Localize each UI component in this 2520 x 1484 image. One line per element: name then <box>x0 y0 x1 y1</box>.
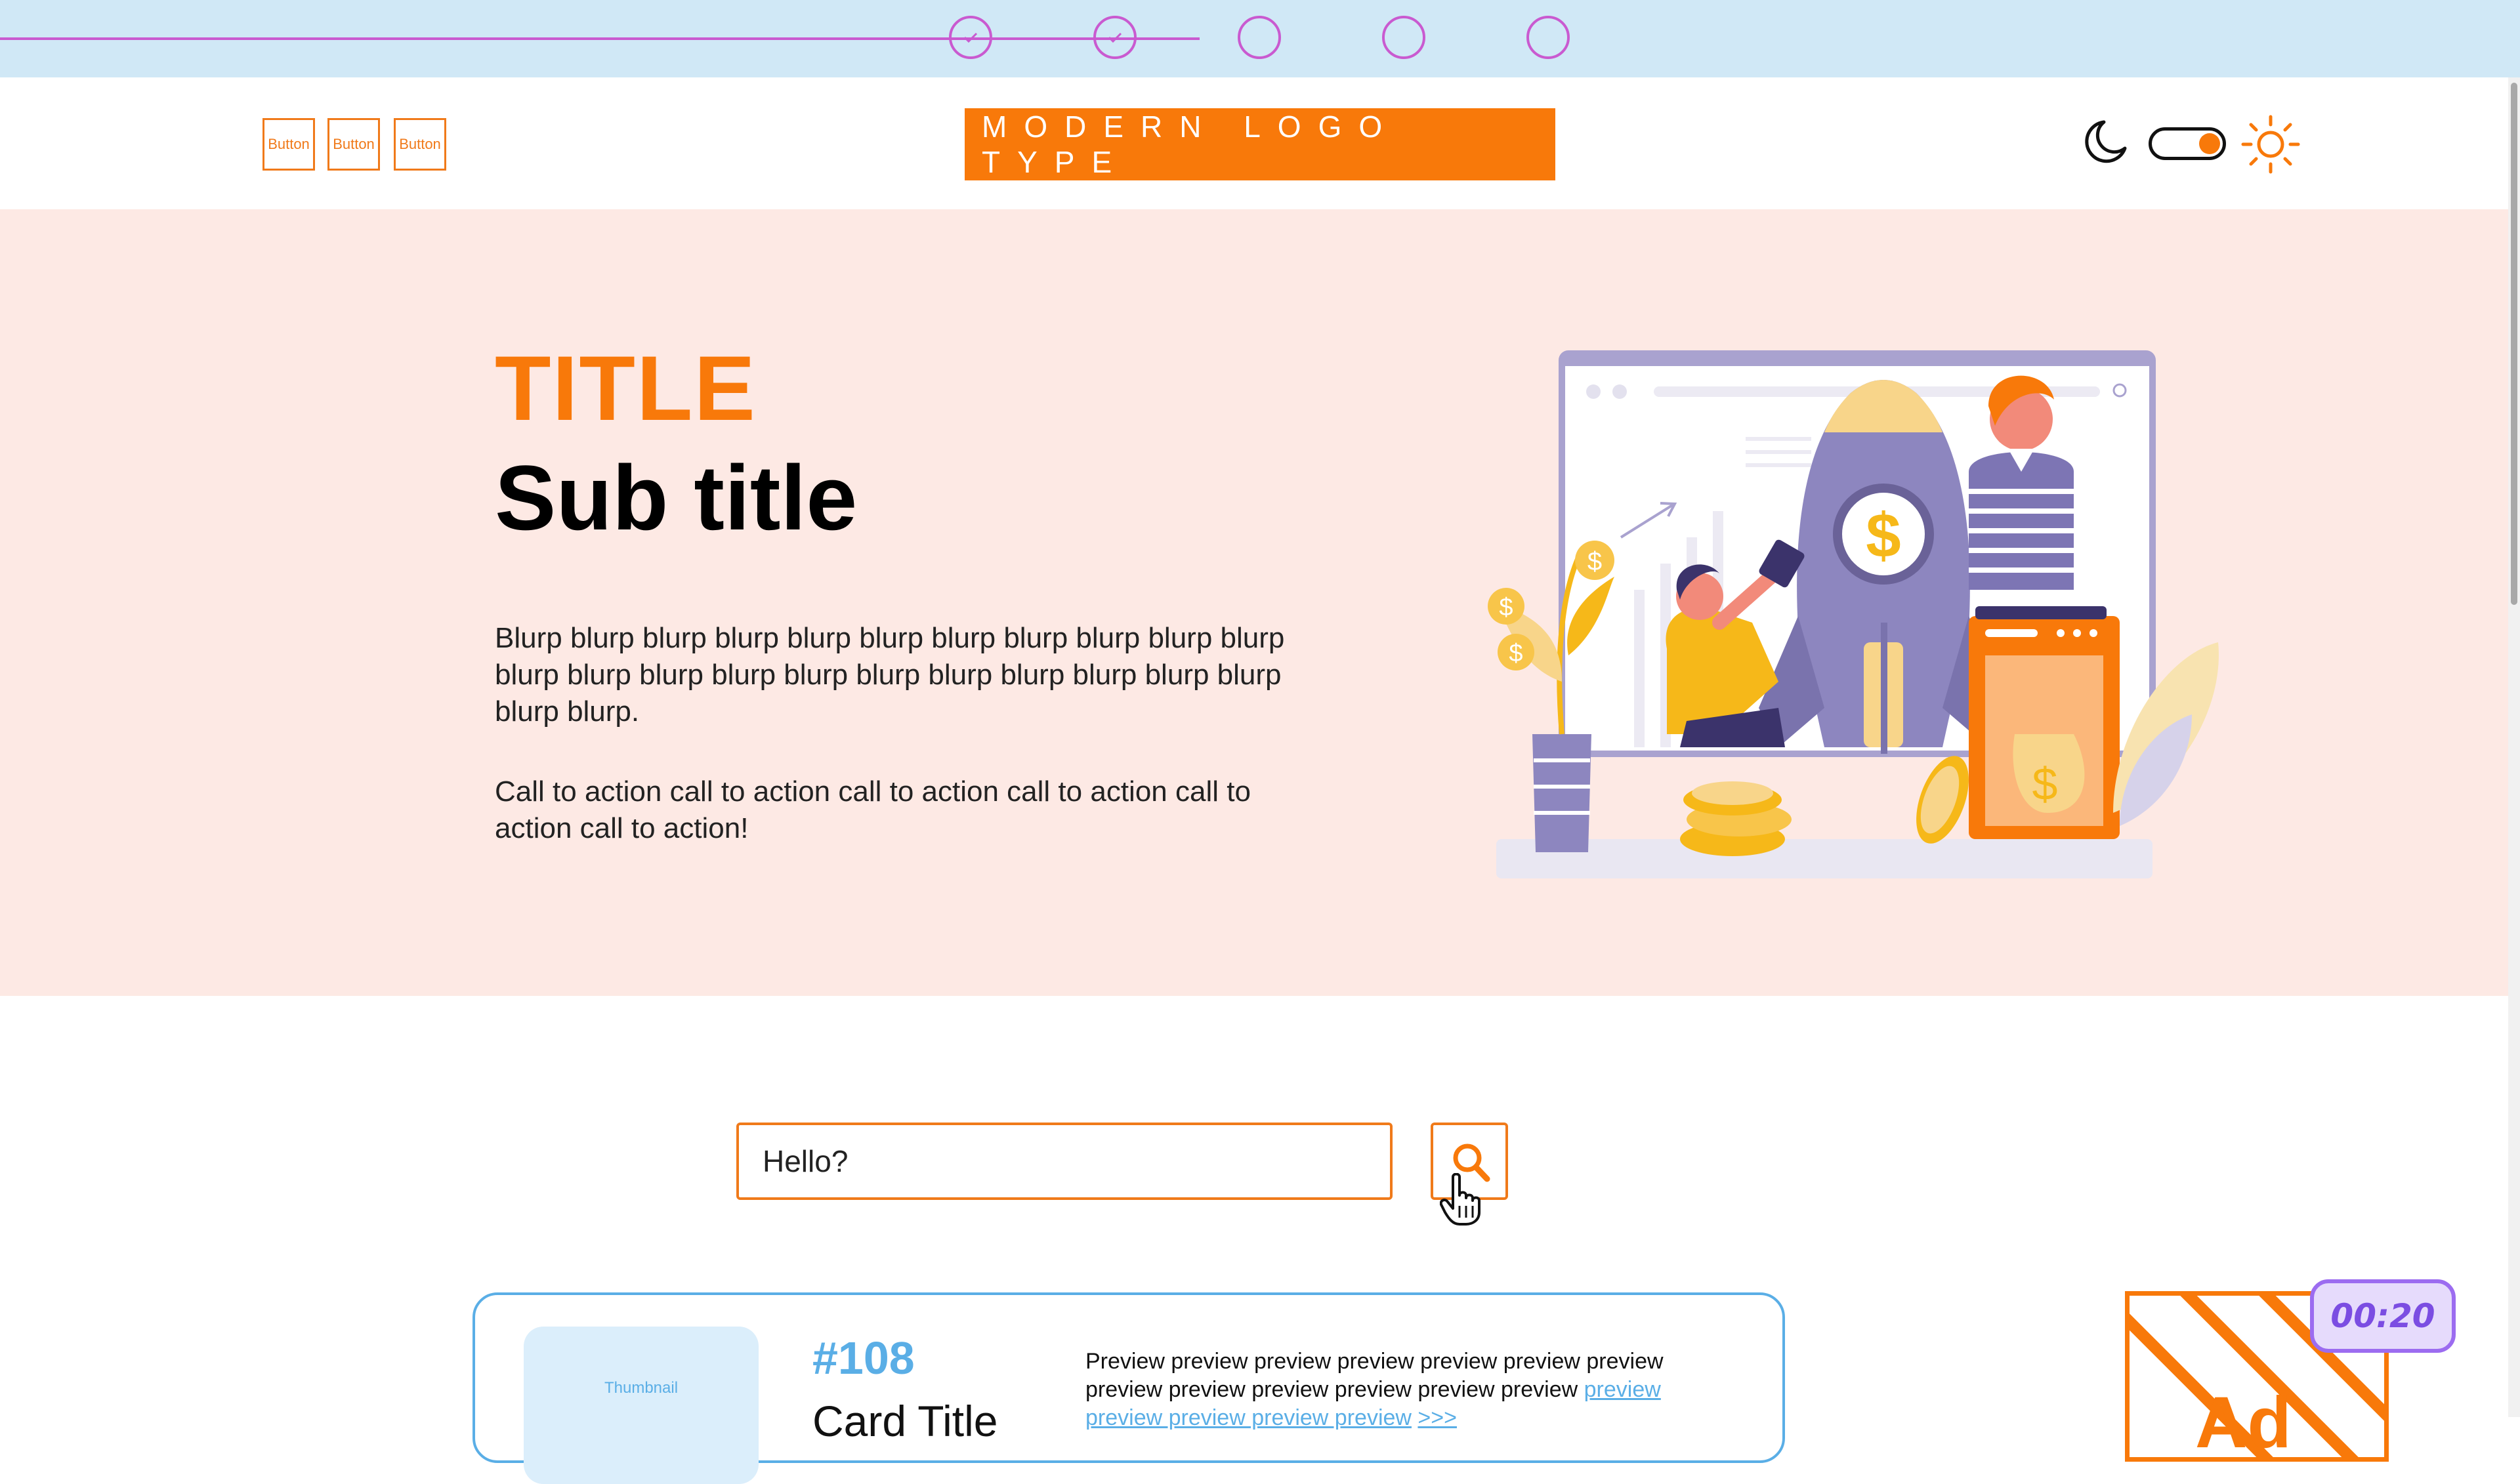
card-thumbnail: Thumbnail <box>524 1327 759 1484</box>
rocket-startup-illustration: $ $ $ $ $ <box>1488 350 2219 878</box>
svg-text:$: $ <box>1499 594 1513 621</box>
header-button-3[interactable]: Button <box>394 118 446 171</box>
hero-subtitle: Sub title <box>495 446 858 549</box>
search-input[interactable] <box>736 1123 1393 1200</box>
card-preview-main: Preview preview preview preview preview … <box>1085 1349 1664 1402</box>
card-more-link[interactable]: >>> <box>1418 1405 1457 1430</box>
step-3[interactable] <box>1238 16 1281 59</box>
svg-text:$: $ <box>1866 501 1900 571</box>
svg-text:$: $ <box>2032 758 2058 810</box>
step-2-completed[interactable] <box>1093 16 1137 59</box>
hero-call-to-action: Call to action call to action call to ac… <box>495 775 1251 844</box>
moon-icon[interactable] <box>2084 118 2128 165</box>
ad-label: Ad <box>2195 1382 2292 1462</box>
toggle-knob <box>2199 133 2220 154</box>
step-5[interactable] <box>1526 16 1570 59</box>
card-number: #108 <box>812 1332 915 1384</box>
hero-section: TITLE Sub title Blurp blurp blurp blurp … <box>0 209 2520 996</box>
site-header: Button Button Button MODERN LOGO TYPE <box>0 77 2520 209</box>
hero-body-text: Blurp blurp blurp blurp blurp blurp blur… <box>495 622 1285 728</box>
check-icon <box>1108 32 1122 43</box>
content-card[interactable]: Thumbnail #108 Card Title Preview previe… <box>472 1292 1785 1484</box>
theme-toggle[interactable] <box>2149 127 2226 160</box>
sun-icon[interactable] <box>2239 113 2302 176</box>
svg-text:$: $ <box>1509 640 1522 667</box>
card-thumbnail-label: Thumbnail <box>604 1379 679 1397</box>
svg-text:$: $ <box>1587 547 1602 576</box>
header-button-1[interactable]: Button <box>262 118 315 171</box>
scrollbar-thumb[interactable] <box>2511 83 2517 605</box>
card-preview-text: Preview preview preview preview preview … <box>1085 1348 1742 1432</box>
step-4[interactable] <box>1382 16 1425 59</box>
hero-title: TITLE <box>495 337 757 440</box>
logo[interactable]: MODERN LOGO TYPE <box>965 108 1555 180</box>
hand-cursor-icon <box>1440 1173 1480 1226</box>
card-title[interactable]: Card Title <box>812 1396 998 1446</box>
step-1-completed[interactable] <box>949 16 992 59</box>
stepper-progress-line <box>0 37 1200 40</box>
ad-countdown-timer: 00:20 <box>2310 1279 2456 1353</box>
header-button-2[interactable]: Button <box>327 118 380 171</box>
progress-stepper <box>0 0 2520 77</box>
check-icon <box>963 32 978 43</box>
